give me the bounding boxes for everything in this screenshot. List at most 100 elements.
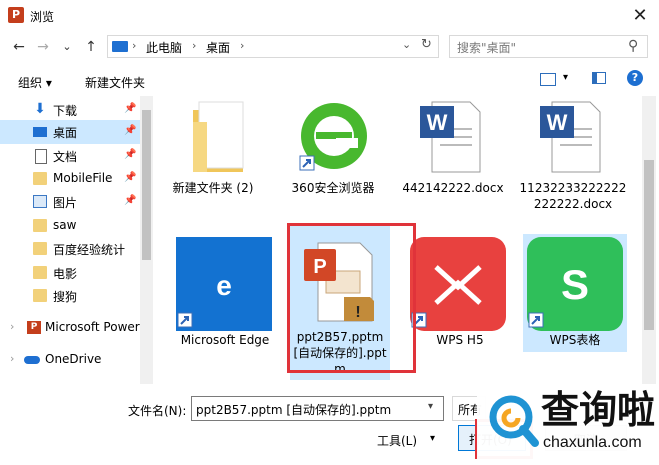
file-item[interactable]: W 442142222.docx <box>398 96 508 231</box>
change-view-icon[interactable] <box>540 73 556 86</box>
search-icon[interactable]: ⚲ <box>628 38 638 54</box>
file-name: 442142222.docx <box>402 181 504 195</box>
new-folder-button[interactable]: 新建文件夹 <box>85 74 145 91</box>
chevron-down-icon[interactable]: ▾ <box>428 401 433 412</box>
pin-icon: 📌 <box>124 149 137 160</box>
command-bar: 组织 ▾ 新建文件夹 ▾ ? <box>0 66 659 96</box>
sidebar-item-label: MobileFile <box>53 171 113 185</box>
sidebar-item-label: 百度经验统计 <box>53 243 126 257</box>
sidebar-item-label: 桌面 <box>53 126 78 140</box>
svg-text:S: S <box>561 261 589 308</box>
pin-icon: 📌 <box>124 103 137 114</box>
desktop-icon <box>33 127 47 137</box>
breadcrumb-desktop[interactable]: 桌面 <box>206 39 230 56</box>
file-name: 11232233222222222222.docx <box>519 181 627 211</box>
breadcrumb-this-pc[interactable]: 此电脑 <box>146 39 182 56</box>
svg-text:e: e <box>216 270 232 301</box>
file-item[interactable]: 360安全浏览器 <box>278 96 388 231</box>
file-name: WPS H5 <box>436 333 484 347</box>
sidebar-item-label: OneDrive <box>45 352 102 366</box>
sidebar-item-onedrive[interactable]: › OneDrive <box>0 348 140 372</box>
file-item[interactable]: WPS H5 <box>410 234 510 352</box>
filename-label: 文件名(N): <box>128 404 187 418</box>
close-button[interactable]: ✕ <box>628 4 652 28</box>
folder-icon <box>33 289 47 302</box>
powerpoint-icon: P <box>27 321 41 334</box>
powerpoint-app-icon: P <box>8 7 24 23</box>
file-name: 360安全浏览器 <box>291 181 375 195</box>
wps-h5-icon <box>410 237 506 331</box>
file-item[interactable]: W 11232233222222222222.docx <box>518 96 628 231</box>
pin-icon: 📌 <box>124 195 137 206</box>
breadcrumb-separator: › <box>240 39 245 52</box>
address-dropdown-button[interactable]: ⌄ <box>402 38 411 51</box>
sidebar-item-sogou[interactable]: 搜狗 <box>0 284 140 308</box>
watermark: 查询啦 chaxunla.com <box>477 386 659 465</box>
expand-chevron-icon[interactable]: › <box>10 352 14 365</box>
sidebar-item-label: 搜狗 <box>53 290 78 304</box>
search-input[interactable]: 搜索"桌面" <box>457 39 516 56</box>
search-box[interactable]: 搜索"桌面" ⚲ <box>449 35 648 58</box>
up-button[interactable]: ↑ <box>82 38 100 56</box>
wps-sheet-icon: S <box>527 237 623 331</box>
preview-pane-icon[interactable] <box>592 72 606 84</box>
recent-locations-button[interactable]: ⌄ <box>58 38 76 56</box>
folder-icon <box>193 101 244 172</box>
sidebar-item-baidu-stats[interactable]: 百度经验统计 <box>0 237 140 261</box>
svg-text:W: W <box>547 110 568 135</box>
forward-button[interactable]: → <box>34 38 52 56</box>
sidebar-item-label: 电影 <box>53 267 78 281</box>
filename-input[interactable]: ppt2B57.pptm [自动保存的].pptm <box>196 401 391 418</box>
sidebar-item-movies[interactable]: 电影 <box>0 261 140 285</box>
sidebar-scrollbar-thumb[interactable] <box>142 110 151 260</box>
pin-icon: 📌 <box>124 172 137 183</box>
chevron-down-icon[interactable]: ▾ <box>430 433 435 444</box>
tools-button[interactable]: 工具(L) <box>377 432 417 449</box>
sidebar-item-downloads[interactable]: ⬇ 下载 📌 <box>0 98 140 122</box>
folder-icon <box>33 242 47 255</box>
refresh-icon[interactable]: ↻ <box>421 37 432 52</box>
download-icon: ⬇ <box>34 101 46 117</box>
file-item[interactable]: e Microsoft Edge <box>170 234 280 352</box>
sidebar-item-label: saw <box>53 218 77 232</box>
watermark-url: chaxunla.com <box>543 434 642 451</box>
back-button[interactable]: ← <box>10 38 28 56</box>
folder-icon <box>33 172 47 185</box>
file-item-selected[interactable]: S WPS表格 <box>523 234 627 352</box>
file-name: 新建文件夹 (2) <box>172 181 254 195</box>
watermark-title: 查询啦 <box>541 388 656 432</box>
sidebar-item-pictures[interactable]: 图片 📌 <box>0 190 140 214</box>
file-name: Microsoft Edge <box>180 333 270 347</box>
help-icon[interactable]: ? <box>627 70 643 86</box>
document-icon <box>35 149 47 164</box>
sidebar-item-microsoft-powerpoint[interactable]: › P Microsoft Power <box>0 316 140 340</box>
sidebar-item-saw[interactable]: saw <box>0 214 140 238</box>
browser-360-icon <box>299 103 367 171</box>
sidebar-item-desktop[interactable]: 桌面 📌 <box>0 120 140 144</box>
svg-text:W: W <box>427 110 448 135</box>
file-name: WPS表格 <box>549 333 601 347</box>
folder-icon <box>33 266 47 279</box>
file-list-scrollbar-thumb[interactable] <box>644 160 654 330</box>
sidebar-item-label: 下载 <box>53 104 78 118</box>
sidebar-item-mobilefile[interactable]: MobileFile 📌 <box>0 167 140 191</box>
file-item[interactable]: 新建文件夹 (2) <box>158 96 268 231</box>
pin-icon: 📌 <box>124 125 137 136</box>
highlight-box <box>287 223 416 373</box>
navigation-pane: ⬇ 下载 📌 桌面 📌 文档 📌 MobileFile 📌 图片 📌 saw 百… <box>0 96 152 384</box>
expand-chevron-icon[interactable]: › <box>10 320 14 333</box>
sidebar-item-label: 图片 <box>53 196 78 210</box>
onedrive-icon <box>24 356 40 364</box>
window-title: 浏览 <box>30 10 55 24</box>
sidebar-item-label: 文档 <box>53 150 78 164</box>
filename-field[interactable]: ppt2B57.pptm [自动保存的].pptm ▾ <box>191 396 444 421</box>
view-dropdown-button[interactable]: ▾ <box>563 72 568 83</box>
magnifier-logo-icon <box>489 395 539 447</box>
title-bar: P 浏览 ✕ <box>0 0 659 32</box>
sidebar-item-documents[interactable]: 文档 📌 <box>0 144 140 168</box>
sidebar-item-label: Microsoft Power <box>45 320 140 334</box>
address-bar[interactable]: › 此电脑 › 桌面 › ⌄ ↻ <box>107 35 439 58</box>
word-doc-icon: W <box>540 101 601 173</box>
word-doc-icon: W <box>420 101 481 173</box>
organize-button[interactable]: 组织 ▾ <box>18 74 52 91</box>
